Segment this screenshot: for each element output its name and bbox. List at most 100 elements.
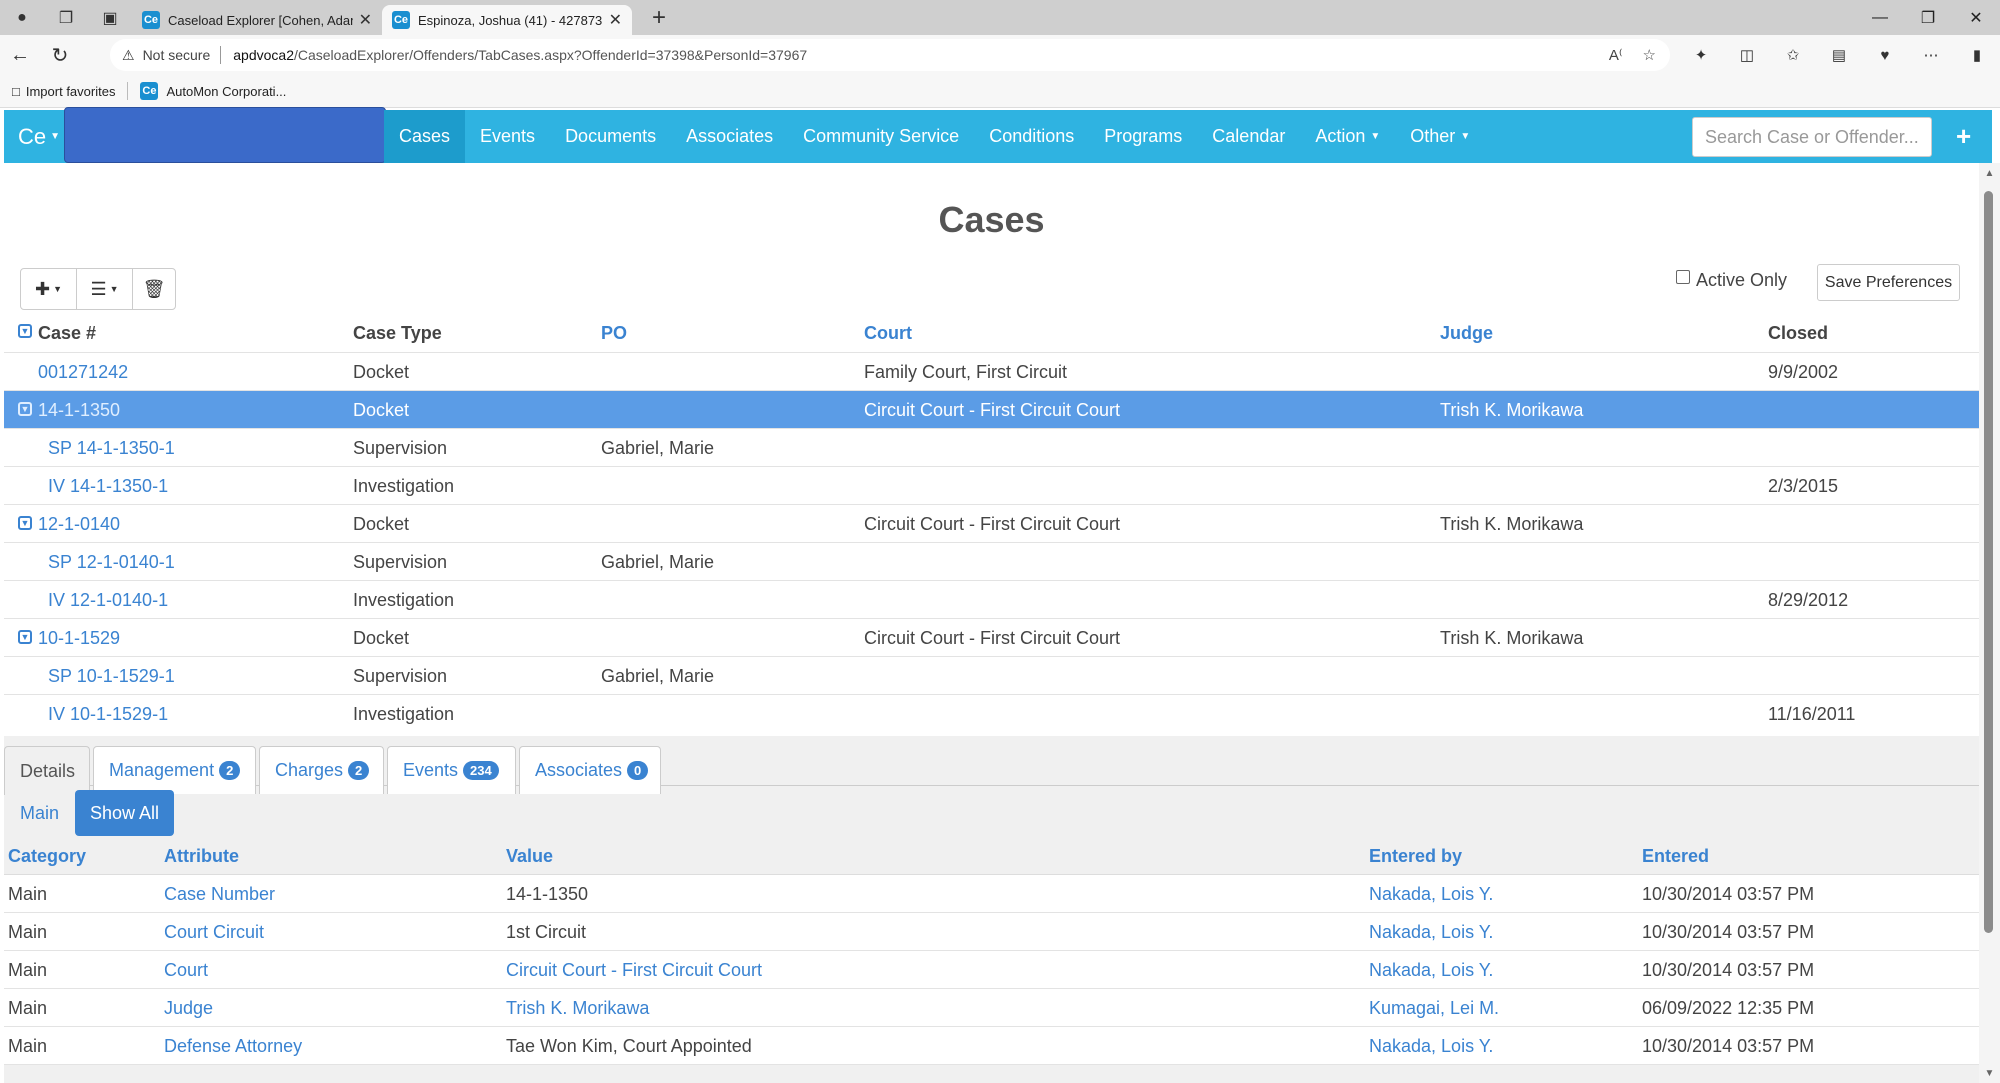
- case-number-link[interactable]: IV 10-1-1529-1: [48, 695, 168, 733]
- browser-tab-active[interactable]: Ce Espinoza, Joshua (41) - 427873 ✕: [382, 5, 632, 35]
- read-aloud-icon[interactable]: A⁽: [1609, 46, 1623, 64]
- favorite-star-icon[interactable]: ☆: [1643, 46, 1656, 64]
- add-icon[interactable]: +: [1956, 110, 1971, 163]
- collapse-icon[interactable]: ▼: [18, 630, 32, 644]
- nav-other[interactable]: Other ▼: [1395, 110, 1485, 163]
- column-header-case-type[interactable]: Case Type: [353, 313, 442, 351]
- case-search-input[interactable]: [1692, 117, 1932, 157]
- new-tab-icon[interactable]: +: [644, 4, 674, 32]
- nav-calendar[interactable]: Calendar: [1197, 110, 1300, 163]
- value-link[interactable]: Circuit Court - First Circuit Court: [506, 951, 762, 989]
- import-favorites-item[interactable]: □ Import favorites: [0, 84, 127, 99]
- nav-events[interactable]: Events: [465, 110, 550, 163]
- refresh-icon[interactable]: ↻: [40, 35, 80, 75]
- collapse-icon[interactable]: ▼: [18, 402, 32, 416]
- collapse-icon[interactable]: ▼: [18, 516, 32, 530]
- scroll-down-icon[interactable]: ▼: [1979, 1063, 2000, 1083]
- automon-favorite-item[interactable]: Ce AutoMon Corporati...: [128, 82, 298, 100]
- case-number-link[interactable]: IV 12-1-0140-1: [48, 581, 168, 619]
- filter-show-all[interactable]: Show All: [75, 790, 174, 836]
- attribute-link[interactable]: Court: [164, 951, 208, 989]
- collections-icon[interactable]: ▤: [1816, 35, 1862, 75]
- attribute-link[interactable]: Case Number: [164, 875, 275, 913]
- nav-conditions[interactable]: Conditions: [974, 110, 1089, 163]
- column-header-category[interactable]: Category: [8, 836, 86, 876]
- scroll-up-icon[interactable]: ▲: [1979, 163, 2000, 183]
- case-number-link[interactable]: SP 10-1-1529-1: [48, 657, 175, 695]
- extensions-icon[interactable]: ✦: [1678, 35, 1724, 75]
- browser-tab[interactable]: Ce Caseload Explorer [Cohen, Adam ✕: [132, 5, 382, 35]
- tab-actions-icon[interactable]: ▣: [88, 0, 132, 35]
- value-cell: 14-1-1350: [506, 884, 589, 904]
- case-number-link[interactable]: 12-1-0140: [38, 505, 120, 543]
- attribute-link[interactable]: Court Circuit: [164, 913, 264, 951]
- columns-button[interactable]: ☰ ▼: [77, 269, 133, 309]
- case-number-link[interactable]: IV 14-1-1350-1: [48, 467, 168, 505]
- table-row[interactable]: SP 12-1-0140-1 Supervision Gabriel, Marie: [4, 542, 1979, 580]
- url-field[interactable]: ⚠ Not secure apdvoca2/CaseloadExplorer/O…: [110, 39, 1670, 71]
- column-header-attribute[interactable]: Attribute: [164, 836, 239, 876]
- nav-associates[interactable]: Associates: [671, 110, 788, 163]
- case-number-link[interactable]: SP 14-1-1350-1: [48, 429, 175, 467]
- entered-by-link[interactable]: Kumagai, Lei M.: [1369, 989, 1499, 1027]
- entered-by-link[interactable]: Nakada, Lois Y.: [1369, 875, 1493, 913]
- favorites-icon[interactable]: ✩: [1770, 35, 1816, 75]
- column-header-entered-by[interactable]: Entered by: [1369, 836, 1462, 876]
- add-case-button[interactable]: ✚ ▼: [21, 269, 77, 309]
- close-tab-icon[interactable]: ✕: [359, 10, 372, 30]
- scroll-thumb[interactable]: [1984, 191, 1993, 933]
- column-header-case[interactable]: Case #: [38, 313, 96, 351]
- table-row[interactable]: 001271242 Docket Family Court, First Circu…: [4, 352, 1979, 390]
- profile-icon[interactable]: ●: [0, 0, 44, 35]
- split-screen-icon[interactable]: ◫: [1724, 35, 1770, 75]
- case-number-link[interactable]: 10-1-1529: [38, 619, 120, 657]
- entered-by-link[interactable]: Nakada, Lois Y.: [1369, 913, 1493, 951]
- collapse-all-icon[interactable]: ▼: [18, 324, 32, 338]
- save-preferences-button[interactable]: Save Preferences: [1817, 264, 1960, 301]
- case-number-link[interactable]: 001271242: [38, 353, 128, 391]
- filter-main[interactable]: Main: [4, 790, 75, 836]
- active-only-checkbox[interactable]: [1676, 269, 1690, 284]
- active-only-toggle[interactable]: Active Only: [1676, 269, 1787, 291]
- more-options-icon[interactable]: ⋯: [1908, 35, 1954, 75]
- minimize-icon[interactable]: —: [1856, 0, 1904, 35]
- table-row[interactable]: SP 14-1-1350-1 Supervision Gabriel, Marie: [4, 428, 1979, 466]
- case-number-link[interactable]: 14-1-1350: [38, 391, 120, 429]
- column-header-closed[interactable]: Closed: [1768, 313, 1828, 351]
- entered-by-link[interactable]: Nakada, Lois Y.: [1369, 951, 1493, 989]
- warning-icon[interactable]: ⚠: [122, 47, 135, 64]
- workspaces-icon[interactable]: ❐: [44, 0, 88, 35]
- nav-action[interactable]: Action ▼: [1300, 110, 1395, 163]
- delete-button[interactable]: 🗑: [133, 269, 175, 309]
- nav-documents[interactable]: Documents: [550, 110, 671, 163]
- table-row[interactable]: ▼ 12-1-0140 Docket Circuit Court - First Ci…: [4, 504, 1979, 542]
- column-header-po[interactable]: PO: [601, 313, 627, 351]
- nav-programs[interactable]: Programs: [1089, 110, 1197, 163]
- table-row[interactable]: SP 10-1-1529-1 Supervision Gabriel, Marie: [4, 656, 1979, 694]
- column-header-judge[interactable]: Judge: [1440, 313, 1493, 351]
- table-row-selected[interactable]: ▼ 14-1-1350 Docket Circuit Court - First Ci…: [4, 390, 1979, 428]
- column-header-value[interactable]: Value: [506, 836, 553, 876]
- case-type-cell: Investigation: [353, 590, 455, 610]
- attribute-link[interactable]: Judge: [164, 989, 213, 1027]
- table-row[interactable]: IV 14-1-1350-1 Investigation 2/3/2015: [4, 466, 1979, 504]
- attribute-link[interactable]: Defense Attorney: [164, 1027, 302, 1065]
- column-header-entered[interactable]: Entered: [1642, 836, 1709, 876]
- close-tab-icon[interactable]: ✕: [609, 10, 622, 30]
- nav-community-service[interactable]: Community Service: [788, 110, 974, 163]
- table-row[interactable]: ▼ 10-1-1529 Docket Circuit Court - First Ci…: [4, 618, 1979, 656]
- case-number-link[interactable]: SP 12-1-0140-1: [48, 543, 175, 581]
- close-window-icon[interactable]: ✕: [1952, 0, 2000, 35]
- entered-by-link[interactable]: Nakada, Lois Y.: [1369, 1027, 1493, 1065]
- browser-essentials-icon[interactable]: ♥: [1862, 35, 1908, 75]
- back-icon[interactable]: ←: [0, 35, 40, 75]
- restore-icon[interactable]: ❐: [1904, 0, 1952, 35]
- page-scrollbar[interactable]: ▲ ▼: [1979, 163, 2000, 1083]
- table-row[interactable]: IV 12-1-0140-1 Investigation 8/29/2012: [4, 580, 1979, 618]
- table-row[interactable]: IV 10-1-1529-1 Investigation 11/16/2011: [4, 694, 1979, 732]
- nav-cases[interactable]: Cases: [384, 110, 466, 163]
- sidebar-icon[interactable]: ▮: [1954, 35, 2000, 75]
- not-secure-label[interactable]: Not secure: [143, 47, 211, 63]
- value-link[interactable]: Trish K. Morikawa: [506, 989, 649, 1027]
- column-header-court[interactable]: Court: [864, 313, 912, 351]
